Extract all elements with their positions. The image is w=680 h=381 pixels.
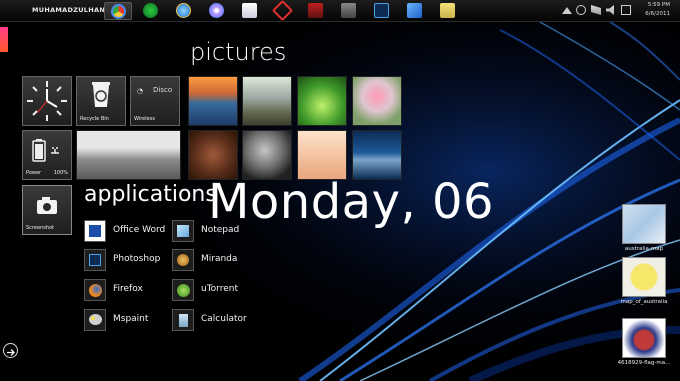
app-label: Mspaint xyxy=(113,314,149,324)
wireless-ssid: Disco xyxy=(153,86,173,94)
screenshot-label: Screenshot xyxy=(26,225,54,231)
screenshot-tile[interactable]: Screenshot xyxy=(22,185,72,235)
desktop-icon-label: australia-map xyxy=(624,246,664,252)
dvd-player-icon[interactable] xyxy=(203,2,231,20)
calculator-icon xyxy=(172,309,194,331)
applications-heading: applications xyxy=(84,182,217,207)
app-label: Photoshop xyxy=(113,254,161,264)
app-label: Miranda xyxy=(201,254,238,264)
accent-bar xyxy=(0,27,8,52)
photo-tile[interactable] xyxy=(352,76,402,126)
power-tile[interactable]: Power 100% xyxy=(22,130,72,180)
wifi-icon: ◔ xyxy=(137,87,144,95)
flag-thumbnail xyxy=(622,318,666,358)
desktop-icon-map-of-australia[interactable]: map_of_australia xyxy=(616,257,672,305)
clock-date[interactable]: 6/6/2011 xyxy=(645,11,670,17)
photo-tile[interactable] xyxy=(188,76,238,126)
desktop-icon-australia-map[interactable]: australia-map xyxy=(616,204,672,252)
app-label: uTorrent xyxy=(201,284,238,294)
recycle-bin-icon xyxy=(92,82,110,107)
photo-tile[interactable] xyxy=(76,130,181,180)
windows-live-icon[interactable] xyxy=(236,2,264,20)
paint-icon xyxy=(84,309,106,331)
miranda-icon xyxy=(172,249,194,271)
monitor-tray-icon[interactable] xyxy=(621,5,631,15)
utorrent-icon xyxy=(172,279,194,301)
taskbar: MUHAMADZULHANIF 5:59 PM 6/6/2011 xyxy=(0,0,680,22)
wireless-label: Wireless xyxy=(134,116,155,122)
show-hidden-icons[interactable] xyxy=(562,7,572,14)
app-label: Calculator xyxy=(201,314,247,324)
media-player-icon[interactable] xyxy=(335,2,363,20)
clock-gadget[interactable] xyxy=(22,76,72,126)
photoshop-icon xyxy=(84,249,106,271)
battery-icon xyxy=(32,139,59,162)
clock-icon xyxy=(27,81,67,121)
wireless-tile[interactable]: Disco ◔ Wireless xyxy=(130,76,180,126)
username-label[interactable]: MUHAMADZULHANIF xyxy=(32,6,113,14)
photo-tile[interactable] xyxy=(242,76,292,126)
photoshop-icon[interactable] xyxy=(368,2,396,20)
photo-tile[interactable] xyxy=(297,76,347,126)
notepad-icon xyxy=(172,220,194,242)
arrow-right-icon xyxy=(7,349,15,356)
photo-tile[interactable] xyxy=(352,130,402,180)
volume-tray-icon[interactable] xyxy=(606,5,614,15)
app-label: Office Word xyxy=(113,225,166,235)
power-level: 100% xyxy=(53,170,68,176)
media-center-icon[interactable] xyxy=(137,2,165,20)
app-label: Notepad xyxy=(201,225,240,235)
video-icon[interactable] xyxy=(302,2,330,20)
map-thumbnail xyxy=(622,257,666,297)
recycle-bin-tile[interactable]: Recycle Bin xyxy=(76,76,126,126)
recycle-bin-label: Recycle Bin xyxy=(80,116,109,122)
app-label: Firefox xyxy=(113,284,143,294)
desktop-icon-flag-map[interactable]: 4618929-flag-ma... xyxy=(616,318,672,366)
desktop-icon-label: 4618929-flag-ma... xyxy=(617,360,671,366)
photo-tile[interactable] xyxy=(188,130,238,180)
photo-tile[interactable] xyxy=(297,130,347,180)
network-tray-icon[interactable] xyxy=(576,5,586,15)
desktop-icon-label: map_of_australia xyxy=(620,299,668,305)
map-thumbnail xyxy=(622,204,666,244)
game-icon[interactable] xyxy=(269,0,297,22)
notes-icon[interactable] xyxy=(434,2,462,20)
firefox-icon xyxy=(84,279,106,301)
pictures-heading: pictures xyxy=(190,38,287,66)
back-button[interactable] xyxy=(3,343,18,358)
network-icon[interactable] xyxy=(401,2,429,20)
flag-tray-icon[interactable] xyxy=(591,5,601,15)
internet-explorer-icon[interactable] xyxy=(170,2,198,20)
photo-tile[interactable] xyxy=(242,130,292,180)
chrome-icon[interactable] xyxy=(104,2,132,20)
clock-time[interactable]: 5:59 PM xyxy=(648,2,670,8)
camera-icon xyxy=(37,197,57,214)
word-icon xyxy=(84,220,106,242)
date-display: Monday, 06 xyxy=(208,174,495,230)
power-label: Power xyxy=(26,170,42,176)
